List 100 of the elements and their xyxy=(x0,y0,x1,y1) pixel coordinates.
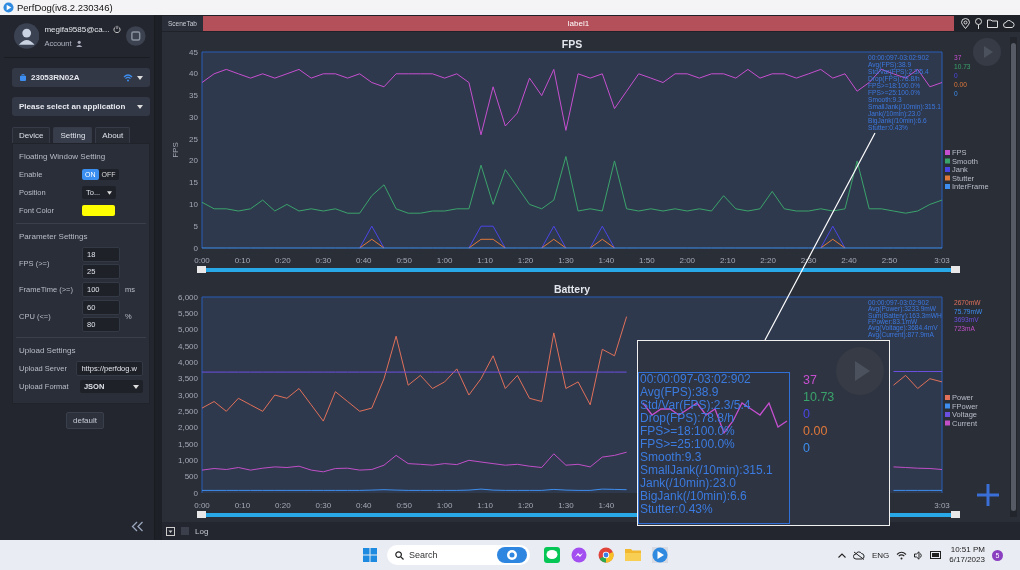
y-tick-label: 3,500 xyxy=(177,374,198,384)
y-tick-label: 5 xyxy=(193,221,198,231)
section-title: Parameter Settings xyxy=(19,232,89,241)
collapse-icon[interactable] xyxy=(131,521,144,532)
browser-icon[interactable] xyxy=(598,547,614,563)
current-value: 37 xyxy=(803,372,818,389)
clock-date[interactable]: 6/17/2023 xyxy=(949,555,985,565)
x-tick-label: 0:40 xyxy=(355,501,372,510)
caret-icon xyxy=(133,384,139,389)
x-tick-label: 1:10 xyxy=(477,256,493,265)
stats-text: Jank(/10min):23.0 xyxy=(640,477,737,490)
wifi-icon[interactable] xyxy=(896,550,908,560)
x-tick-label: 0:50 xyxy=(396,256,412,265)
x-tick-label: 1:30 xyxy=(558,501,574,510)
x-tick-label: 2:40 xyxy=(841,256,857,265)
expand-button[interactable] xyxy=(166,526,175,536)
log-checkbox[interactable] xyxy=(181,527,189,535)
stats-text: Std/Var(FPS):2.3/5.4 xyxy=(640,399,752,412)
legend-swatch xyxy=(945,420,950,426)
x-tick-label: 3:03 xyxy=(934,256,950,265)
x-tick-label: 1:00 xyxy=(436,256,453,265)
add-button[interactable] xyxy=(977,484,999,506)
axis-label: FPS xyxy=(171,142,180,158)
pin-icon[interactable] xyxy=(975,18,982,29)
x-tick-label: 1:40 xyxy=(598,256,615,265)
stats-text: Smooth:9.3 xyxy=(640,451,703,464)
stats-text: 00:00:097-03:02:902 xyxy=(640,373,752,386)
cloud-off-icon[interactable] xyxy=(853,550,865,560)
x-tick-label: 2:00 xyxy=(679,256,696,265)
chevron-up-icon[interactable] xyxy=(838,552,846,558)
legend-swatch xyxy=(945,150,950,155)
x-tick-label: 0:40 xyxy=(355,256,372,265)
x-tick-label: 0:30 xyxy=(315,501,332,510)
x-tick-label: 0:20 xyxy=(275,256,291,265)
x-tick-label: 3:03 xyxy=(934,501,950,510)
y-tick-label: 2,500 xyxy=(177,406,198,416)
search-icon xyxy=(395,550,404,560)
range-slider[interactable] xyxy=(197,266,960,273)
y-tick-label: 4,000 xyxy=(177,357,198,367)
clock-time[interactable]: 10:51 PM xyxy=(950,545,985,555)
y-tick-label: 15 xyxy=(189,178,198,188)
stats-text: Stutter:0.43% xyxy=(640,503,713,516)
speaker-icon[interactable] xyxy=(914,550,924,560)
legend-swatch xyxy=(945,184,950,189)
current-value: 10.73 xyxy=(803,389,835,406)
avatar-icon xyxy=(14,23,40,49)
legend-swatch xyxy=(945,158,950,164)
messenger-icon[interactable] xyxy=(571,547,587,563)
x-tick-label: 2:50 xyxy=(881,256,898,265)
y-tick-label: 25 xyxy=(189,134,198,144)
wifi-icon xyxy=(123,73,133,82)
x-tick-label: 0:10 xyxy=(234,501,251,510)
tab[interactable]: Device xyxy=(12,127,51,143)
y-tick-label: 0 xyxy=(193,488,198,498)
caret-icon xyxy=(107,190,112,195)
legend-swatch xyxy=(945,412,950,417)
account-email: megifa9585@ca... xyxy=(44,24,110,34)
application-dropdown[interactable]: Please select an application xyxy=(12,97,150,116)
y-tick-label: 30 xyxy=(189,112,198,122)
stats-text: SmallJank(/10min):315.1 xyxy=(640,464,773,477)
x-tick-label: 1:10 xyxy=(477,501,493,510)
stop-button[interactable] xyxy=(126,26,146,46)
y-tick-label: 0 xyxy=(193,243,198,253)
x-tick-label: 1:20 xyxy=(517,256,534,265)
battery-icon[interactable] xyxy=(930,551,943,559)
current-value: 0.00 xyxy=(803,423,829,440)
log-label: Log xyxy=(195,526,209,536)
chart-title: FPS xyxy=(561,38,583,50)
language-indicator[interactable]: ENG xyxy=(872,550,890,560)
x-tick-label: 1:40 xyxy=(598,501,615,510)
y-tick-label: 3,000 xyxy=(177,390,198,400)
y-tick-label: 20 xyxy=(189,156,198,166)
window-title: PerfDog(iv8.2.230346) xyxy=(17,2,113,13)
default-button[interactable]: default xyxy=(66,412,105,429)
tab[interactable]: Setting xyxy=(53,127,93,143)
caret-icon xyxy=(137,75,143,80)
scene-label-bar: label1 xyxy=(202,16,954,31)
search-field[interactable]: Search xyxy=(387,545,530,565)
y-tick-label: 2,000 xyxy=(177,423,198,433)
stats-text: FPS>=25:100.0% xyxy=(640,438,736,451)
y-tick-label: 45 xyxy=(189,47,198,57)
power-icon[interactable] xyxy=(113,25,122,33)
windows-start-icon[interactable] xyxy=(363,548,377,562)
y-tick-label: 1,000 xyxy=(177,455,198,465)
color-swatch[interactable] xyxy=(82,205,115,216)
y-tick-label: 35 xyxy=(189,91,198,101)
app-icon[interactable] xyxy=(652,547,668,563)
current-value: 0 xyxy=(803,440,811,457)
cloud-icon[interactable] xyxy=(1003,19,1015,28)
current-value: 0 xyxy=(803,406,811,423)
tab[interactable]: About xyxy=(95,127,131,143)
legend-swatch xyxy=(945,167,950,172)
scrollbar[interactable] xyxy=(1010,37,1017,517)
folder-icon[interactable] xyxy=(987,19,998,28)
section-title: Upload Settings xyxy=(19,346,77,355)
x-tick-label: 0:20 xyxy=(275,501,291,510)
location-icon[interactable] xyxy=(961,18,970,29)
device-dropdown[interactable]: 23053RN02A xyxy=(12,68,150,87)
stats-text: FPS>=18:100.0% xyxy=(640,425,736,438)
x-tick-label: 1:20 xyxy=(517,501,534,510)
